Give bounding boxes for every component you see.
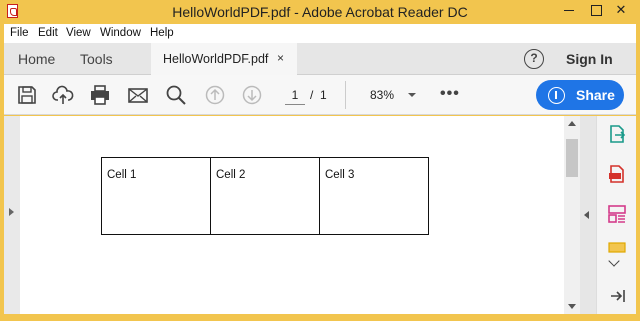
chevron-down-icon[interactable] (408, 93, 416, 97)
tab-document[interactable]: HelloWorldPDF.pdf × (151, 43, 297, 75)
right-pane-toggle[interactable] (580, 116, 596, 314)
close-window-button[interactable]: ✕ (608, 0, 634, 22)
create-pdf-icon[interactable] (607, 164, 627, 184)
tab-home[interactable]: Home (18, 51, 55, 67)
pdf-table: Cell 1 Cell 2 Cell 3 (101, 157, 429, 235)
minimize-button[interactable] (556, 0, 582, 22)
table-row: Cell 1 Cell 2 Cell 3 (101, 157, 429, 235)
vertical-scrollbar[interactable] (564, 116, 580, 314)
document-viewport[interactable]: Cell 1 Cell 2 Cell 3 (20, 116, 564, 314)
collapse-right-icon (584, 211, 589, 219)
menu-window[interactable]: Window (100, 27, 141, 39)
scroll-up-icon[interactable] (568, 121, 576, 126)
toolbar-divider (345, 81, 346, 109)
page-number-input[interactable]: 1 (285, 85, 305, 105)
page-separator: / (310, 88, 314, 102)
tools-pane (596, 116, 636, 314)
upload-cloud-icon[interactable] (52, 84, 74, 106)
left-pane-toggle[interactable] (4, 116, 20, 314)
more-tools-icon[interactable]: ••• (440, 85, 460, 103)
print-icon[interactable] (89, 84, 111, 106)
menu-bar: File Edit View Window Help (4, 24, 636, 43)
scroll-thumb[interactable] (566, 139, 578, 177)
window-title: HelloWorldPDF.pdf - Adobe Acrobat Reader… (172, 4, 468, 20)
menu-help[interactable]: Help (150, 27, 174, 39)
page-total: 1 (320, 88, 327, 102)
close-tab-icon[interactable]: × (277, 51, 284, 65)
tab-tools[interactable]: Tools (80, 51, 113, 67)
table-cell: Cell 3 (319, 157, 429, 235)
menu-file[interactable]: File (10, 27, 29, 39)
help-icon[interactable]: ? (524, 49, 544, 69)
maximize-button[interactable] (583, 0, 609, 22)
tab-bar: Home Tools HelloWorldPDF.pdf × ? Sign In (4, 43, 636, 75)
comment-icon[interactable] (607, 240, 627, 260)
sign-in-link[interactable]: Sign In (566, 51, 613, 67)
export-pdf-icon[interactable] (607, 124, 627, 144)
share-label: Share (576, 87, 615, 103)
menu-view[interactable]: View (66, 27, 91, 39)
acrobat-window: HelloWorldPDF.pdf - Adobe Acrobat Reader… (0, 0, 640, 321)
organize-pages-icon[interactable] (607, 204, 627, 224)
title-bar: HelloWorldPDF.pdf - Adobe Acrobat Reader… (0, 0, 640, 24)
page-down-icon[interactable] (241, 84, 263, 106)
menu-edit[interactable]: Edit (38, 27, 58, 39)
scroll-down-icon[interactable] (568, 304, 576, 309)
collapse-pane-icon[interactable] (609, 288, 627, 304)
table-cell: Cell 2 (210, 157, 320, 235)
share-icon (548, 87, 565, 104)
toolbar: 1 / 1 83% ••• Share (4, 75, 636, 115)
search-icon[interactable] (165, 84, 187, 106)
email-icon[interactable] (127, 84, 149, 106)
page-up-icon[interactable] (204, 84, 226, 106)
save-icon[interactable] (16, 84, 38, 106)
expand-left-icon (9, 208, 14, 216)
document-tab-label: HelloWorldPDF.pdf (163, 52, 269, 66)
share-button[interactable]: Share (536, 80, 624, 110)
table-cell: Cell 1 (101, 157, 211, 235)
zoom-value: 83% (370, 88, 395, 102)
